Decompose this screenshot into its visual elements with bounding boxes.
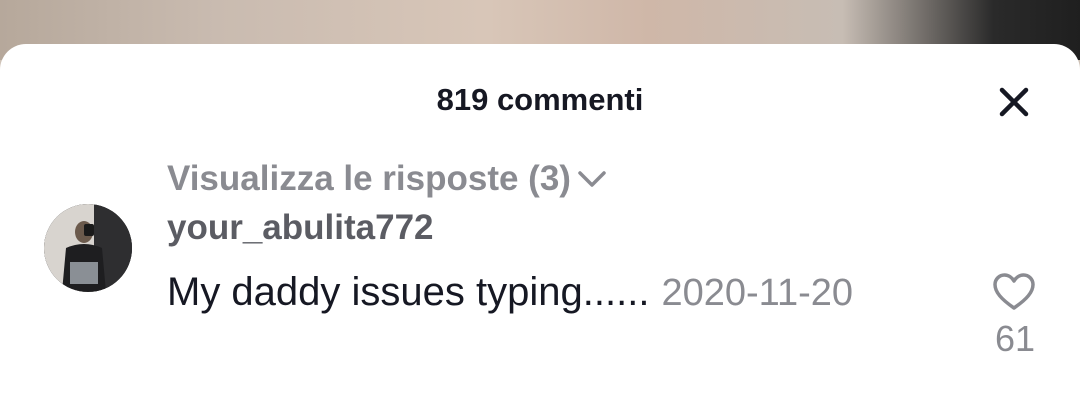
close-button[interactable] (992, 80, 1036, 124)
comment-body: My daddy issues typing...... 2020-11-20 (167, 270, 853, 315)
comment-username[interactable]: your_abulita772 (167, 208, 434, 248)
comments-sheet: 819 commenti Visualizza le risposte (3) (0, 44, 1080, 393)
avatar-image (44, 204, 132, 292)
chevron-down-icon (578, 171, 606, 187)
heart-outline-icon (993, 273, 1035, 310)
like-button[interactable] (990, 272, 1038, 312)
avatar[interactable] (44, 204, 132, 292)
view-replies-label: Visualizza le risposte (3) (167, 159, 571, 198)
comment-text: My daddy issues typing...... (167, 270, 650, 314)
close-icon (999, 87, 1029, 117)
comment-date: 2020-11-20 (661, 272, 854, 314)
like-count: 61 (994, 318, 1036, 359)
comments-count-title: 819 commenti (436, 82, 644, 117)
view-replies-link[interactable]: Visualizza le risposte (3) (167, 158, 607, 200)
